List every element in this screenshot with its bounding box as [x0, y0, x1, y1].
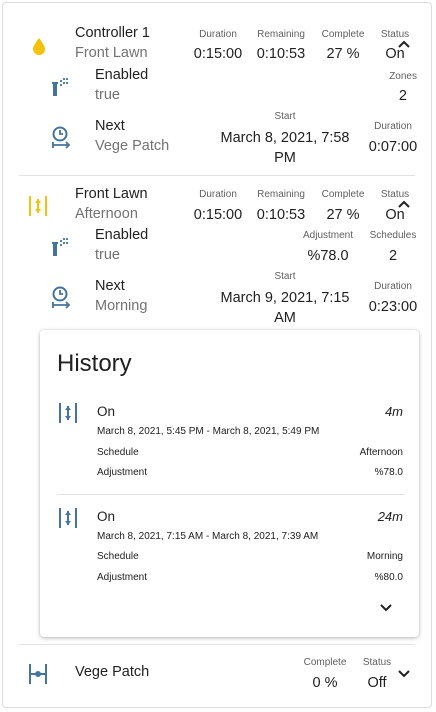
enabled-label: Enabled — [95, 227, 149, 243]
complete-label: Complete — [321, 189, 365, 200]
water-drop-icon — [32, 37, 46, 55]
duration-label: Duration — [199, 189, 237, 200]
divider — [57, 494, 405, 495]
schedules-label: Schedules — [369, 230, 417, 241]
complete-value: 27 % — [326, 207, 360, 223]
history-entry-schedule-value: Afternoon — [359, 447, 403, 458]
sprinkler-icon — [52, 237, 70, 257]
next-label: Next — [95, 278, 125, 294]
history-entry-adjustment-label: Adjustment — [97, 572, 148, 583]
status-label: Status — [362, 657, 392, 668]
history-entry-state: On — [97, 404, 116, 419]
history-entry-adjustment-value: %78.0 — [374, 467, 403, 478]
start-value: March 9, 2021, 7:15 AM — [220, 290, 350, 326]
next-duration-value: 0:23:00 — [368, 299, 418, 315]
history-title: History — [57, 350, 132, 377]
history-entry-adjustment-label: Adjustment — [97, 467, 148, 478]
schedules-value: 2 — [388, 248, 398, 264]
history-entry-duration: 4m — [384, 404, 403, 419]
expand-chevron-down-icon[interactable] — [379, 602, 395, 614]
enabled-value: true — [95, 247, 120, 263]
next-duration-value: 0:07:00 — [368, 139, 418, 155]
complete-label: Complete — [303, 657, 347, 668]
complete-value: 27 % — [326, 46, 360, 62]
start-label: Start — [274, 111, 296, 122]
valve-icon — [57, 507, 79, 529]
next-duration-label: Duration — [374, 121, 412, 132]
zone1-name: Front Lawn — [75, 186, 148, 202]
history-entry-state: On — [97, 509, 116, 524]
next-duration-label: Duration — [374, 281, 412, 292]
history-entry-range: March 8, 2021, 7:15 AM - March 8, 2021, … — [97, 531, 319, 542]
zones-value: 2 — [398, 88, 407, 104]
history-entry-duration: 24m — [377, 509, 403, 524]
start-value: March 8, 2021, 7:58 PM — [220, 130, 350, 166]
next-schedule-value: Morning — [95, 298, 148, 314]
remaining-label: Remaining — [257, 29, 305, 40]
valve-icon — [57, 402, 79, 424]
history-entry-schedule-label: Schedule — [97, 447, 139, 458]
zones-label: Zones — [389, 71, 417, 82]
controller-name: Controller 1 — [75, 25, 150, 41]
adjustment-label: Adjustment — [302, 230, 354, 241]
adjustment-value: %78.0 — [307, 248, 349, 264]
start-label: Start — [274, 271, 296, 282]
remaining-label: Remaining — [257, 189, 305, 200]
duration-value: 0:15:00 — [193, 46, 243, 62]
collapse-chevron-up-icon[interactable] — [397, 199, 413, 211]
next-zone-value: Vege Patch — [95, 138, 170, 154]
history-entry-schedule-label: Schedule — [97, 551, 139, 562]
zone2-name: Vege Patch — [75, 664, 150, 680]
complete-value: 0 % — [312, 675, 338, 691]
divider — [19, 175, 415, 176]
divider — [19, 644, 415, 645]
history-entry-adjustment-value: %80.0 — [374, 572, 403, 583]
clock-arrow-icon — [51, 125, 73, 149]
history-entry-range: March 8, 2021, 5:45 PM - March 8, 2021, … — [97, 426, 320, 437]
duration-label: Duration — [199, 29, 237, 40]
remaining-value: 0:10:53 — [256, 46, 306, 62]
history-entry-schedule-value: Morning — [366, 551, 403, 562]
clock-arrow-icon — [51, 285, 73, 309]
sprinkler-icon — [52, 77, 70, 97]
collapse-chevron-up-icon[interactable] — [397, 39, 413, 51]
remaining-value: 0:10:53 — [256, 207, 306, 223]
complete-label: Complete — [321, 29, 365, 40]
duration-value: 0:15:00 — [193, 207, 243, 223]
expand-chevron-down-icon[interactable] — [397, 668, 413, 680]
valve-closed-icon — [27, 663, 49, 685]
enabled-value: true — [95, 87, 120, 103]
history-card: History On 4m March 8, 2021, 5:45 PM - M… — [40, 330, 419, 637]
valve-open-icon — [27, 195, 49, 217]
enabled-label: Enabled — [95, 67, 149, 83]
controller-zone-name: Front Lawn — [75, 45, 148, 61]
status-value: Off — [367, 675, 387, 691]
irrigation-card: Controller 1 Front Lawn Duration 0:15:00… — [2, 2, 432, 708]
next-label: Next — [95, 118, 125, 134]
zone1-schedule: Afternoon — [75, 206, 138, 222]
